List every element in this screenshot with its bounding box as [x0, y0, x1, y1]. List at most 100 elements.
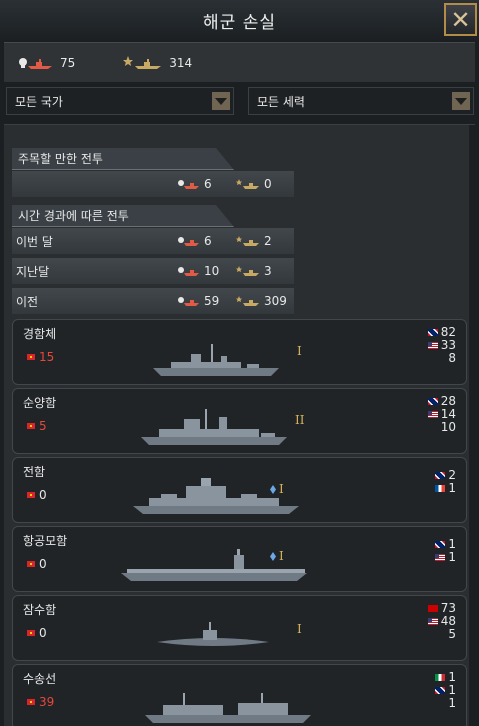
total-enemy-losses-value: 314 [169, 55, 193, 70]
enemy-losses-list: 28 14 10 [427, 395, 456, 434]
submarine-silhouette-icon [157, 622, 269, 646]
enemy-loss-icon [123, 55, 162, 69]
close-x-icon: ✕ [450, 5, 471, 34]
row-label: 지난달 [16, 264, 50, 279]
ship-type-name: 순양함 [23, 396, 57, 410]
enemy-losses-list: 73 48 5 [427, 602, 456, 641]
over-time-header-label: 시간 경과에 따른 전투 [18, 209, 129, 223]
ship-type-card-destroyer[interactable]: 경함체 15 I 82 33 8 [12, 319, 467, 385]
uk-flag-icon [435, 541, 446, 548]
enemy-loss-icon [236, 296, 259, 306]
summary-bar: 75 314 [4, 42, 475, 82]
enemy-loss-icon [236, 179, 259, 189]
country-filter-value: 모든 국가 [15, 94, 63, 109]
ship-type-name: 잠수함 [23, 603, 57, 617]
france-flag-icon [435, 485, 446, 492]
country-filter-dropdown[interactable]: 모든 국가 [6, 87, 234, 115]
over-time-row[interactable]: 이전 59 309 [12, 288, 294, 314]
enemy-loss-icon [236, 266, 259, 276]
ship-own-losses: 15 [27, 350, 54, 364]
enemy-losses-list: 1 1 [435, 538, 456, 564]
soviet-flag-icon [427, 605, 438, 612]
ship-type-card-transport[interactable]: 수송선 39 1 1 1 [12, 664, 467, 726]
row-enemy-value: 309 [264, 294, 287, 308]
own-loss-icon [178, 237, 199, 246]
ship-type-card-battleship[interactable]: 전함 0 I 2 1 [12, 457, 467, 523]
ship-type-card-submarine[interactable]: 잠수함 0 I 73 48 5 [12, 595, 467, 661]
tech-tier-label: I [297, 344, 302, 358]
ship-own-losses: 39 [27, 695, 54, 709]
close-button[interactable]: ✕ [444, 3, 477, 36]
tech-tier-label: II [295, 413, 305, 427]
row-enemy-value: 3 [264, 264, 272, 278]
ship-type-name: 항공모함 [23, 534, 68, 548]
over-time-row[interactable]: 이번 달 6 2 [12, 228, 294, 254]
row-enemy-value: 2 [264, 234, 272, 248]
uk-flag-icon [435, 472, 446, 479]
ship-type-card-cruiser[interactable]: 순양함 5 II 28 14 10 [12, 388, 467, 454]
notable-battles-row[interactable]: 6 0 [12, 171, 294, 197]
row-label: 이번 달 [16, 234, 53, 249]
total-own-losses: 75 [18, 56, 75, 70]
notable-enemy-value: 0 [264, 177, 272, 191]
battleship-silhouette-icon [133, 478, 299, 514]
enemy-losses-list: 82 33 8 [427, 326, 456, 365]
own-loss-icon [178, 267, 199, 276]
scrollbar[interactable] [469, 125, 475, 726]
tech-tier-label: I [279, 549, 284, 563]
uk-flag-icon [435, 687, 446, 694]
own-loss-icon [178, 297, 199, 306]
row-own-value: 59 [204, 294, 220, 308]
tech-tier-label: I [297, 622, 302, 636]
enemy-loss-icon [236, 236, 259, 246]
ship-type-name: 경함체 [23, 327, 57, 341]
enemy-losses-list: 2 1 [435, 469, 456, 495]
uk-flag-icon [427, 398, 438, 405]
own-flag-icon [27, 354, 35, 360]
notable-own-value: 6 [204, 177, 212, 191]
destroyer-silhouette-icon [153, 344, 279, 376]
us-flag-icon [427, 411, 438, 418]
italy-flag-icon [435, 674, 446, 681]
own-flag-icon [27, 699, 35, 705]
row-own-value: 10 [204, 264, 220, 278]
section-header-notable: 주목할 만한 전투 [12, 148, 234, 170]
faction-filter-value: 모든 세력 [257, 94, 305, 109]
own-loss-icon [19, 57, 52, 69]
ship-type-card-carrier[interactable]: 항공모함 0 I 1 1 [12, 526, 467, 592]
total-enemy-losses: 314 [123, 55, 193, 70]
over-time-row[interactable]: 지난달 10 3 [12, 258, 294, 284]
ship-own-losses: 0 [27, 488, 47, 502]
ship-own-losses: 0 [27, 557, 47, 571]
notable-header-label: 주목할 만한 전투 [18, 152, 103, 166]
us-flag-icon [427, 618, 438, 625]
ship-type-name: 수송선 [23, 672, 57, 686]
faction-filter-dropdown[interactable]: 모든 세력 [248, 87, 474, 115]
own-loss-icon [178, 180, 199, 189]
own-flag-icon [27, 423, 35, 429]
uk-flag-icon [427, 329, 438, 336]
own-flag-icon [27, 630, 35, 636]
losses-content-panel[interactable]: 주목할 만한 전투 6 0 시간 경과에 따른 전투 이번 달 6 2 지난달 … [4, 124, 475, 726]
own-flag-icon [27, 492, 35, 498]
window-title: 해군 손실 [203, 12, 276, 33]
total-own-losses-value: 75 [60, 55, 76, 70]
row-label: 이전 [16, 294, 39, 309]
row-own-value: 6 [204, 234, 212, 248]
transport-silhouette-icon [145, 693, 311, 723]
us-flag-icon [435, 554, 446, 561]
ship-own-losses: 0 [27, 626, 47, 640]
notable-own: 6 [178, 177, 236, 191]
chevron-down-icon[interactable] [212, 92, 230, 110]
own-flag-icon [27, 561, 35, 567]
chevron-down-icon[interactable] [452, 92, 470, 110]
ship-type-name: 전함 [23, 465, 46, 479]
cruiser-silhouette-icon [141, 409, 287, 445]
section-header-over-time: 시간 경과에 따른 전투 [12, 205, 234, 227]
title-bar: 해군 손실 ✕ [0, 0, 479, 40]
enemy-losses-list: 1 1 1 [435, 671, 456, 710]
us-flag-icon [427, 342, 438, 349]
tech-tier-label: I [279, 482, 284, 496]
ship-own-losses: 5 [27, 419, 47, 433]
notable-enemy: 0 [236, 177, 294, 191]
